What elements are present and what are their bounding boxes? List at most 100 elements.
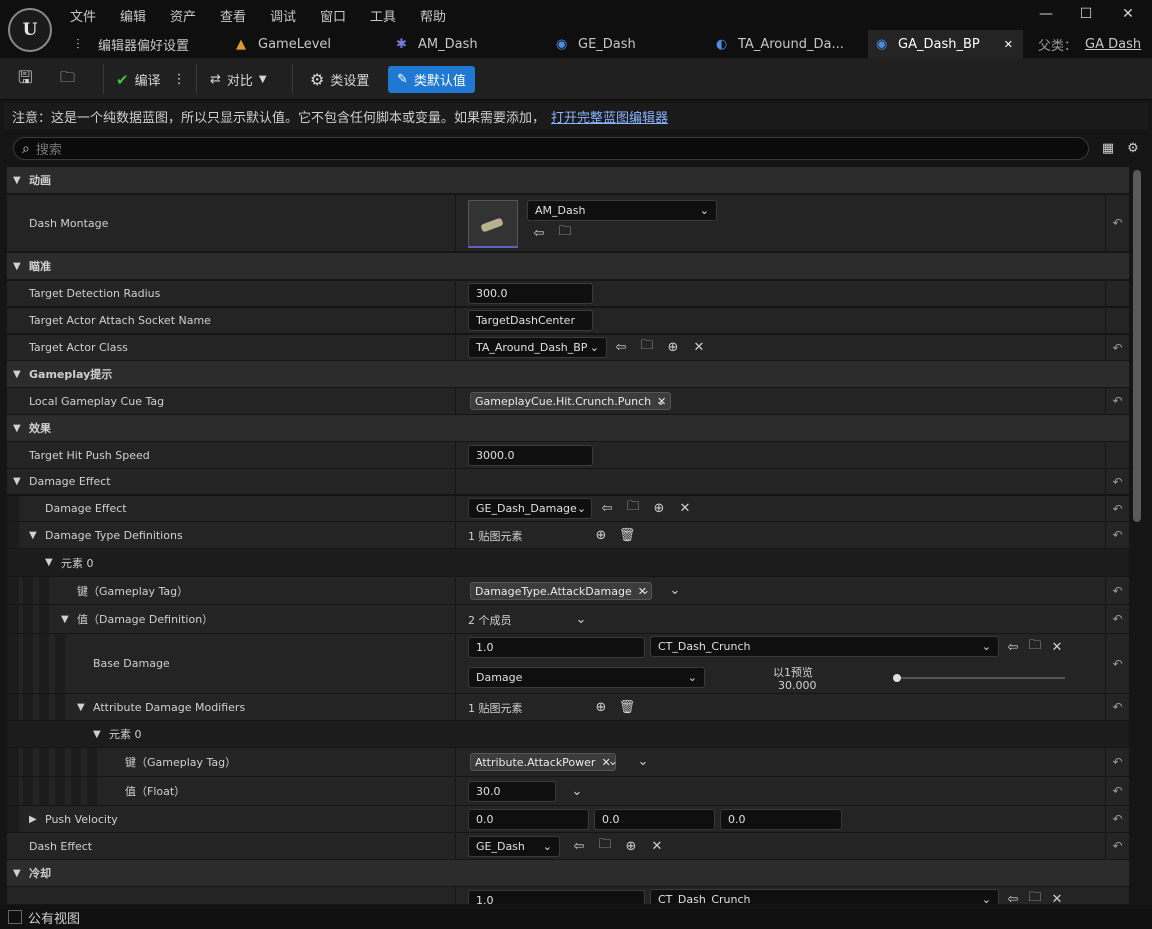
use-selected-icon[interactable]: ⇦	[531, 225, 547, 241]
minimize-icon[interactable]: —	[1036, 4, 1056, 24]
class-picker-combo[interactable]: TA_Around_Dash_BP ⌄	[468, 337, 607, 358]
public-view-checkbox[interactable]	[8, 910, 22, 924]
reset-to-default-icon[interactable]: ↶	[1105, 634, 1129, 693]
clear-icon[interactable]: ✕	[1049, 891, 1065, 905]
save-icon[interactable]: 🖫	[18, 66, 32, 93]
parent-class-link[interactable]: GA Dash	[1085, 37, 1141, 52]
add-icon[interactable]: ⊕	[665, 339, 681, 355]
browse-asset-icon[interactable]: 🗀	[639, 338, 655, 355]
expand-arrow-icon[interactable]: ▼	[61, 605, 69, 633]
browse-asset-icon[interactable]: 🗀	[1027, 638, 1043, 655]
unreal-logo-icon[interactable]: U	[8, 8, 52, 52]
chevron-down-icon[interactable]: ⌄	[605, 753, 621, 769]
expand-arrow-icon[interactable]: ▶	[29, 806, 37, 832]
asset-thumbnail[interactable]	[468, 200, 518, 248]
more-options-icon[interactable]: ⋮	[173, 72, 186, 87]
reset-to-default-icon[interactable]: ↶	[1105, 777, 1129, 805]
reset-to-default-icon[interactable]: ↶	[1105, 806, 1129, 832]
menu-window[interactable]: 窗口	[320, 6, 346, 25]
tab-am-dash[interactable]: ✱ AM_Dash	[388, 30, 538, 58]
number-input[interactable]: 3000.0	[468, 445, 593, 466]
compile-button[interactable]: ✔ 编译 ⋮	[116, 66, 186, 93]
category-effect[interactable]: ▼ 效果	[7, 415, 1129, 442]
vector-y-input[interactable]: 0.0	[594, 809, 715, 830]
browse-asset-icon[interactable]: 🗀	[557, 224, 573, 241]
number-input[interactable]: 30.0	[468, 781, 556, 802]
expand-arrow-icon[interactable]: ▼	[13, 860, 21, 886]
use-selected-icon[interactable]: ⇦	[1005, 891, 1021, 905]
use-selected-icon[interactable]: ⇦	[599, 500, 615, 516]
expand-arrow-icon[interactable]: ▼	[13, 415, 21, 441]
class-picker-combo[interactable]: GE_Dash_Damage ⌄	[468, 498, 592, 519]
add-icon[interactable]: ⊕	[651, 500, 667, 516]
preview-slider[interactable]	[893, 674, 1065, 682]
slider-handle[interactable]	[893, 674, 901, 682]
chevron-down-icon[interactable]: ⌄	[667, 582, 683, 598]
reset-to-default-icon[interactable]: ↶	[1105, 833, 1129, 859]
tab-ga-dash-bp[interactable]: ◉ GA_Dash_BP ✕	[868, 30, 1023, 58]
delete-icon[interactable]: 🗑	[619, 699, 636, 715]
clear-icon[interactable]: ✕	[1049, 639, 1065, 655]
settings-gear-icon[interactable]: ⚙	[1125, 140, 1141, 156]
search-input[interactable]: ⌕ 搜索	[13, 137, 1089, 160]
expand-arrow-icon[interactable]: ▼	[13, 361, 21, 387]
gameplay-tag-chip[interactable]: DamageType.AttackDamage ✕	[470, 582, 652, 600]
use-selected-icon[interactable]: ⇦	[613, 339, 629, 355]
class-picker-combo[interactable]: GE_Dash ⌄	[468, 836, 560, 857]
expand-arrow-icon[interactable]: ▼	[29, 522, 37, 548]
class-settings-button[interactable]: ⚙ 类设置	[310, 66, 369, 93]
browse-asset-icon[interactable]: 🗀	[625, 499, 641, 516]
reset-to-default-icon[interactable]: ↶	[1105, 335, 1129, 360]
vector-z-input[interactable]: 0.0	[720, 809, 842, 830]
delete-icon[interactable]: 🗑	[619, 527, 636, 543]
expand-arrow-icon[interactable]: ▼	[45, 549, 53, 576]
tab-ta-around-dash[interactable]: ◐ TA_Around_Da...	[708, 30, 863, 58]
reset-to-default-icon[interactable]: ↶	[1105, 469, 1129, 494]
chevron-down-icon[interactable]: ⌄	[573, 611, 589, 627]
expand-arrow-icon[interactable]: ▼	[77, 694, 85, 720]
use-selected-icon[interactable]: ⇦	[571, 838, 587, 854]
open-full-blueprint-editor-link[interactable]: 打开完整蓝图编辑器	[551, 107, 668, 126]
curve-table-combo[interactable]: CT_Dash_Crunch ⌄	[650, 636, 999, 657]
add-element-icon[interactable]: ⊕	[593, 699, 609, 715]
menu-help[interactable]: 帮助	[420, 6, 446, 25]
number-input[interactable]: 1.0	[468, 890, 645, 904]
curve-table-combo[interactable]: CT_Dash_Crunch ⌄	[650, 889, 999, 904]
reset-to-default-icon[interactable]: ↶	[1105, 577, 1129, 604]
menu-file[interactable]: 文件	[70, 6, 96, 25]
menu-edit[interactable]: 编辑	[120, 6, 146, 25]
reset-to-default-icon[interactable]: ↶	[1105, 496, 1129, 521]
gameplay-tag-chip[interactable]: GameplayCue.Hit.Crunch.Punch ✕	[470, 392, 672, 410]
curve-row-combo[interactable]: Damage ⌄	[468, 667, 705, 688]
use-selected-icon[interactable]: ⇦	[1005, 639, 1021, 655]
expand-arrow-icon[interactable]: ▼	[13, 253, 21, 279]
details-scrollbar[interactable]	[1133, 170, 1141, 522]
clear-icon[interactable]: ✕	[677, 500, 693, 516]
menu-asset[interactable]: 资产	[170, 6, 196, 25]
gameplay-tag-chip[interactable]: Attribute.AttackPower ✕	[470, 753, 616, 771]
asset-picker-combo[interactable]: AM_Dash ⌄	[527, 200, 717, 221]
reset-to-default-icon[interactable]: ↶	[1105, 388, 1129, 414]
reset-to-default-icon[interactable]: ↶	[1105, 195, 1129, 251]
tab-editor-preferences[interactable]: ⫶ 编辑器偏好设置	[68, 30, 218, 58]
maximize-icon[interactable]: ☐	[1076, 4, 1096, 24]
close-tab-icon[interactable]: ✕	[1004, 38, 1013, 51]
add-element-icon[interactable]: ⊕	[593, 527, 609, 543]
clear-icon[interactable]: ✕	[649, 838, 665, 854]
chevron-down-icon[interactable]: ⌄	[653, 393, 669, 409]
tab-gamelevel[interactable]: ▲ GameLevel	[228, 30, 378, 58]
table-view-icon[interactable]: ▦	[1100, 140, 1116, 156]
class-defaults-button[interactable]: ✎ 类默认值	[388, 66, 475, 93]
reset-to-default-icon[interactable]: ↶	[1105, 694, 1129, 720]
category-aim[interactable]: ▼ 瞄准	[7, 253, 1129, 280]
reset-to-default-icon[interactable]: ↶	[1105, 522, 1129, 548]
expand-arrow-icon[interactable]: ▼	[93, 721, 101, 747]
menu-tools[interactable]: 工具	[370, 6, 396, 25]
category-cooldown[interactable]: ▼ 冷却	[7, 860, 1129, 887]
browse-asset-icon[interactable]: 🗀	[597, 837, 613, 854]
reset-to-default-icon[interactable]: ↶	[1105, 605, 1129, 633]
number-input[interactable]: 1.0	[468, 637, 645, 658]
browse-asset-icon[interactable]: 🗀	[1027, 890, 1043, 904]
chevron-down-icon[interactable]: ⌄	[637, 582, 653, 598]
diff-button[interactable]: ⇄ 对比 ▼	[210, 66, 267, 93]
